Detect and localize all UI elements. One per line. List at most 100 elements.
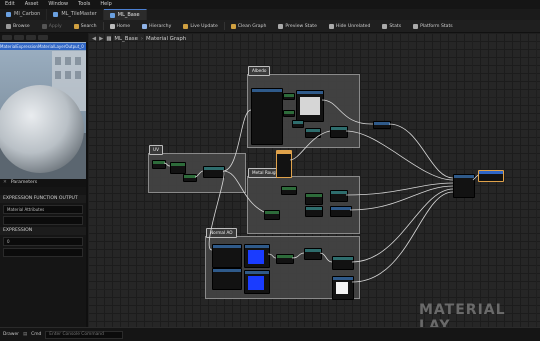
platform-stats-button[interactable]: Platform Stats (407, 20, 459, 32)
uv-output-node[interactable] (203, 166, 225, 178)
material-layer-output-node[interactable] (478, 170, 504, 182)
menu-item-edit[interactable]: Edit (0, 0, 20, 9)
viewport-toolbar (0, 33, 88, 42)
home-icon (109, 23, 115, 29)
hide-unrelated-button[interactable]: Hide Unrelated (323, 20, 376, 32)
tab-bar: MI_Carbon ML_TileMaster ML_Base (0, 9, 540, 20)
material-icon (109, 12, 115, 18)
menu-item-asset[interactable]: Asset (20, 0, 44, 9)
texture-sample-node[interactable] (296, 90, 324, 122)
output-log-icon[interactable]: ▤ (23, 332, 27, 337)
browse-button[interactable]: Browse (0, 20, 36, 32)
param-node[interactable] (283, 93, 295, 100)
clean-graph-button[interactable]: Clean Graph (225, 20, 273, 32)
breadcrumb-root[interactable]: ML_Base (114, 36, 137, 42)
multiply-node[interactable] (330, 190, 348, 202)
texture-preview (300, 97, 320, 115)
status-bar: Drawer ▤ Cmd Enter Console Command (0, 327, 540, 341)
comment-title[interactable]: Normal AO (206, 228, 237, 238)
selected-node[interactable] (276, 150, 292, 178)
material-icon (53, 12, 59, 17)
tab-ml-base[interactable]: ML_Base (103, 9, 147, 20)
append-node[interactable] (373, 121, 391, 129)
output-desc-field[interactable] (3, 216, 83, 225)
normal-texture-node[interactable] (244, 270, 270, 294)
viewport-menu-button[interactable] (2, 35, 12, 40)
live-update-button[interactable]: Live Update (177, 20, 223, 32)
preview-viewport[interactable] (0, 33, 86, 179)
viewport-lit-button[interactable] (26, 35, 36, 40)
button-label: Stats (389, 23, 402, 29)
search-button[interactable]: Search (68, 20, 103, 32)
hierarchy-button[interactable]: Hierarchy (136, 20, 177, 32)
param-node[interactable] (283, 110, 295, 117)
expression-value-field[interactable]: 0 (3, 237, 83, 246)
breadcrumb-child[interactable]: Material Graph (146, 36, 186, 42)
texture-sample-node[interactable] (212, 244, 242, 268)
output-node[interactable] (332, 256, 354, 270)
details-spacer (0, 187, 86, 195)
tab-mi-carbon[interactable]: MI_Carbon (0, 9, 48, 20)
home-button[interactable]: Home (104, 20, 137, 32)
menu-item-window[interactable]: Window (43, 0, 73, 9)
button-label: Apply (48, 23, 62, 29)
content-drawer-button[interactable]: Drawer (3, 332, 19, 337)
param-node[interactable] (305, 193, 323, 205)
stats-button[interactable]: Stats (376, 20, 407, 32)
tab-ml-tilemaster[interactable]: ML_TileMaster (47, 9, 104, 20)
param-node[interactable] (170, 162, 186, 174)
check-icon (41, 23, 47, 29)
stats-icon (382, 23, 388, 29)
normal-texture-node[interactable] (244, 244, 270, 268)
param-node[interactable] (264, 210, 280, 220)
expression-desc-field[interactable] (3, 248, 83, 257)
cmd-label[interactable]: Cmd (31, 332, 41, 337)
folder-icon (6, 23, 11, 29)
selected-expression-banner: MaterialExpressionMaterialLayerOutput_0 (0, 43, 86, 50)
toolbar: Browse Apply Search Home Hierarchy Live … (0, 20, 540, 33)
multiply-node[interactable] (276, 254, 294, 264)
details-tab-icon[interactable]: ✕ (3, 179, 7, 187)
lerp-node[interactable] (305, 128, 321, 138)
tab-label: ML_TileMaster (61, 11, 97, 17)
comment-metal-roughness[interactable]: Metal Roughness (247, 168, 360, 234)
button-label: Search (80, 23, 97, 29)
texture-sample-node[interactable] (212, 268, 242, 290)
details-tab-row: ✕ Parameters (0, 179, 86, 187)
texcoord-node[interactable] (152, 160, 166, 169)
details-tab-parameters[interactable]: Parameters (11, 179, 37, 187)
output-type-field[interactable]: Material Attributes (3, 205, 83, 214)
output-node[interactable] (330, 206, 352, 217)
param-node[interactable] (281, 186, 297, 195)
texture-sample-node[interactable] (251, 88, 283, 145)
section-expression[interactable]: EXPRESSION (0, 227, 86, 235)
multiply-node[interactable] (183, 174, 197, 182)
platform-stats-icon (413, 23, 419, 29)
lerp-node[interactable] (330, 126, 348, 138)
set-material-attributes-node[interactable] (453, 174, 475, 198)
section-function-output[interactable]: EXPRESSION FUNCTION OUTPUT (0, 195, 86, 203)
preview-state-button[interactable]: Preview State (272, 20, 323, 32)
viewport-perspective-button[interactable] (14, 35, 24, 40)
console-command-input[interactable]: Enter Console Command (45, 330, 124, 339)
comment-uv[interactable]: UV (148, 145, 246, 193)
viewport-show-button[interactable] (38, 35, 48, 40)
apply-button[interactable]: Apply (36, 20, 68, 32)
normal-map-preview (248, 250, 264, 264)
button-label: Hierarchy (149, 23, 172, 29)
comment-title[interactable]: Albedo (248, 66, 271, 76)
multiply-node[interactable] (305, 206, 323, 217)
button-label: Home (116, 23, 131, 29)
preview-icon (278, 23, 284, 29)
forward-arrow-icon[interactable]: ▶ (99, 36, 103, 42)
back-arrow-icon[interactable]: ◀ (92, 36, 96, 42)
comment-title[interactable]: UV (149, 145, 163, 155)
tab-label: MI_Carbon (14, 11, 41, 17)
menu-item-help[interactable]: Help (95, 0, 116, 9)
menu-item-tools[interactable]: Tools (73, 0, 95, 9)
ao-texture-node[interactable] (332, 276, 354, 300)
normal-map-preview (248, 276, 264, 290)
lerp-node[interactable] (304, 248, 322, 260)
multiply-node[interactable] (292, 120, 304, 128)
clean-graph-icon (230, 23, 236, 29)
